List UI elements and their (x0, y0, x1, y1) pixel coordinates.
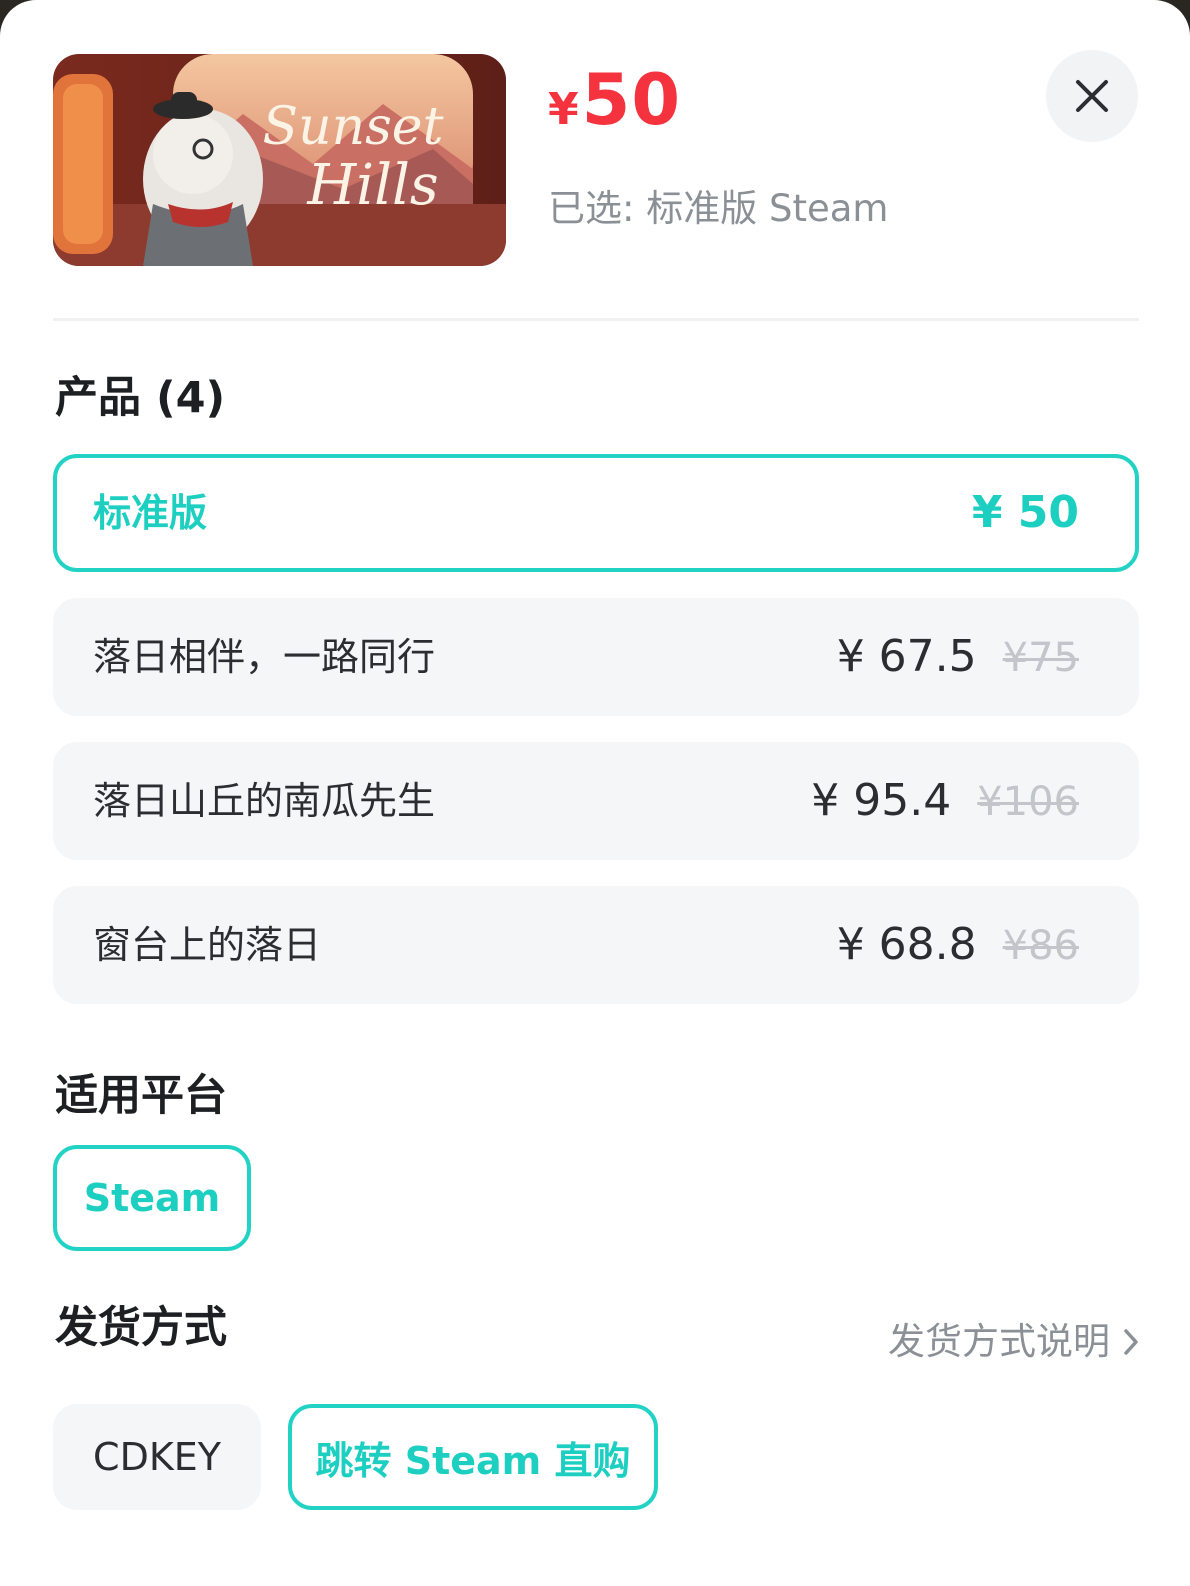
purchase-sheet: Sunset Hills ¥50 已选: 标准版 Steam 产品 (4) 标准… (0, 0, 1190, 1586)
product-price-group: ¥ 68.8 ¥86 (837, 919, 1079, 971)
currency-symbol: ¥ (548, 84, 580, 135)
product-price-group: ¥ 67.5 ¥75 (837, 631, 1079, 683)
product-row-windowsill[interactable]: 窗台上的落日 ¥ 68.8 ¥86 (53, 886, 1139, 1004)
shipping-option-steam-direct[interactable]: 跳转 Steam 直购 (288, 1404, 658, 1510)
selected-summary: 已选: 标准版 Steam (548, 187, 889, 230)
selected-price: ¥50 (548, 60, 681, 150)
product-original-price: ¥75 (1002, 635, 1079, 681)
product-price-group: ¥ 50 (972, 487, 1079, 539)
platform-option-steam[interactable]: Steam (53, 1145, 251, 1251)
shipping-title: 发货方式 (55, 1303, 227, 1353)
close-icon (1076, 80, 1108, 112)
chevron-right-icon (1122, 1327, 1140, 1357)
product-name: 窗台上的落日 (93, 923, 322, 967)
shipping-option-cdkey[interactable]: CDKEY (53, 1404, 261, 1510)
product-row-pumpkin[interactable]: 落日山丘的南瓜先生 ¥ 95.4 ¥106 (53, 742, 1139, 860)
sheet-header: Sunset Hills ¥50 已选: 标准版 Steam (0, 0, 1190, 322)
close-button[interactable] (1046, 50, 1138, 142)
product-price: ¥ 50 (971, 487, 1079, 538)
product-original-price: ¥106 (977, 779, 1079, 825)
product-name: 标准版 (93, 491, 208, 535)
svg-text:Sunset: Sunset (263, 97, 444, 157)
shipping-info-label: 发货方式说明 (888, 1320, 1110, 1363)
product-price: ¥ 67.5 (836, 631, 977, 682)
product-price: ¥ 68.8 (836, 919, 977, 970)
header-divider (53, 318, 1139, 321)
product-price: ¥ 95.4 (811, 775, 952, 826)
game-cover-image: Sunset Hills (53, 54, 506, 266)
products-title: 产品 (4) (55, 373, 226, 423)
product-price-group: ¥ 95.4 ¥106 (811, 775, 1079, 827)
svg-text:Hills: Hills (306, 153, 438, 218)
price-value: 50 (581, 59, 682, 141)
shipping-info-link[interactable]: 发货方式说明 (888, 1318, 1140, 1366)
product-row-standard[interactable]: 标准版 ¥ 50 (53, 454, 1139, 572)
product-row-companion[interactable]: 落日相伴，一路同行 ¥ 67.5 ¥75 (53, 598, 1139, 716)
product-original-price: ¥86 (1002, 923, 1079, 969)
platform-title: 适用平台 (55, 1071, 227, 1121)
product-name: 落日山丘的南瓜先生 (93, 779, 436, 823)
product-name: 落日相伴，一路同行 (93, 635, 436, 679)
